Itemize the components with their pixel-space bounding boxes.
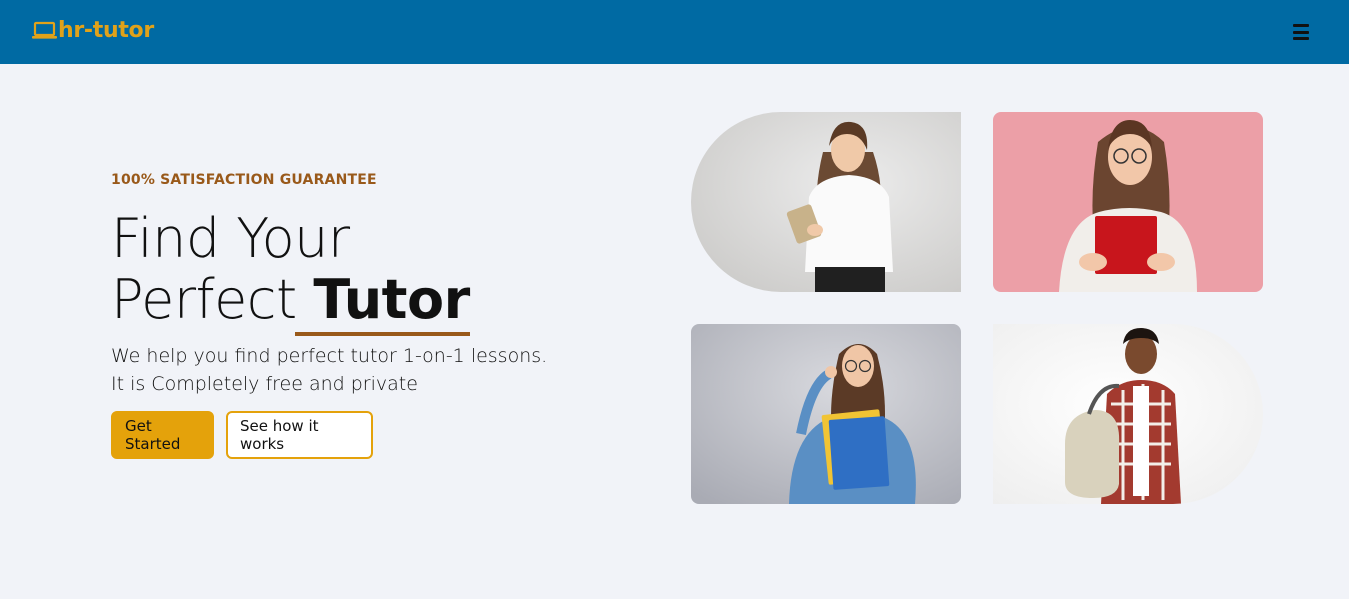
satisfaction-tagline: 100% SATISFACTION GUARANTEE bbox=[111, 172, 377, 188]
hero-headline: Find Your Perfect Tutor bbox=[111, 207, 631, 336]
tutor-photo-red-book bbox=[993, 112, 1263, 292]
headline-regular-text: Perfect bbox=[111, 268, 314, 331]
hero-description: We help you find perfect tutor 1-on-1 le… bbox=[111, 342, 631, 398]
cta-buttons: Get Started See how it works bbox=[111, 411, 631, 459]
hamburger-menu-icon[interactable] bbox=[1291, 23, 1311, 41]
hero-section: 100% SATISFACTION GUARANTEE Find Your Pe… bbox=[111, 172, 631, 459]
brand-name: hr-tutor bbox=[58, 18, 154, 43]
headline-line-2: Perfect Tutor bbox=[111, 268, 631, 336]
navbar: hr-tutor bbox=[0, 0, 1349, 64]
tutor-photo-tablet bbox=[691, 112, 961, 292]
hero-description-line-2: It is Completely free and private bbox=[111, 373, 418, 395]
see-how-it-works-button[interactable]: See how it works bbox=[226, 411, 373, 459]
headline-line-1: Find Your bbox=[111, 207, 350, 270]
headline-emphasis: Tutor bbox=[295, 268, 470, 336]
hero-description-line-1: We help you find perfect tutor 1-on-1 le… bbox=[111, 345, 548, 367]
tutor-photo-backpack bbox=[993, 324, 1263, 504]
get-started-button[interactable]: Get Started bbox=[111, 411, 214, 459]
brand-logo[interactable]: hr-tutor bbox=[32, 18, 154, 43]
laptop-icon bbox=[32, 21, 58, 41]
tutor-photo-blue-folders bbox=[691, 324, 961, 504]
